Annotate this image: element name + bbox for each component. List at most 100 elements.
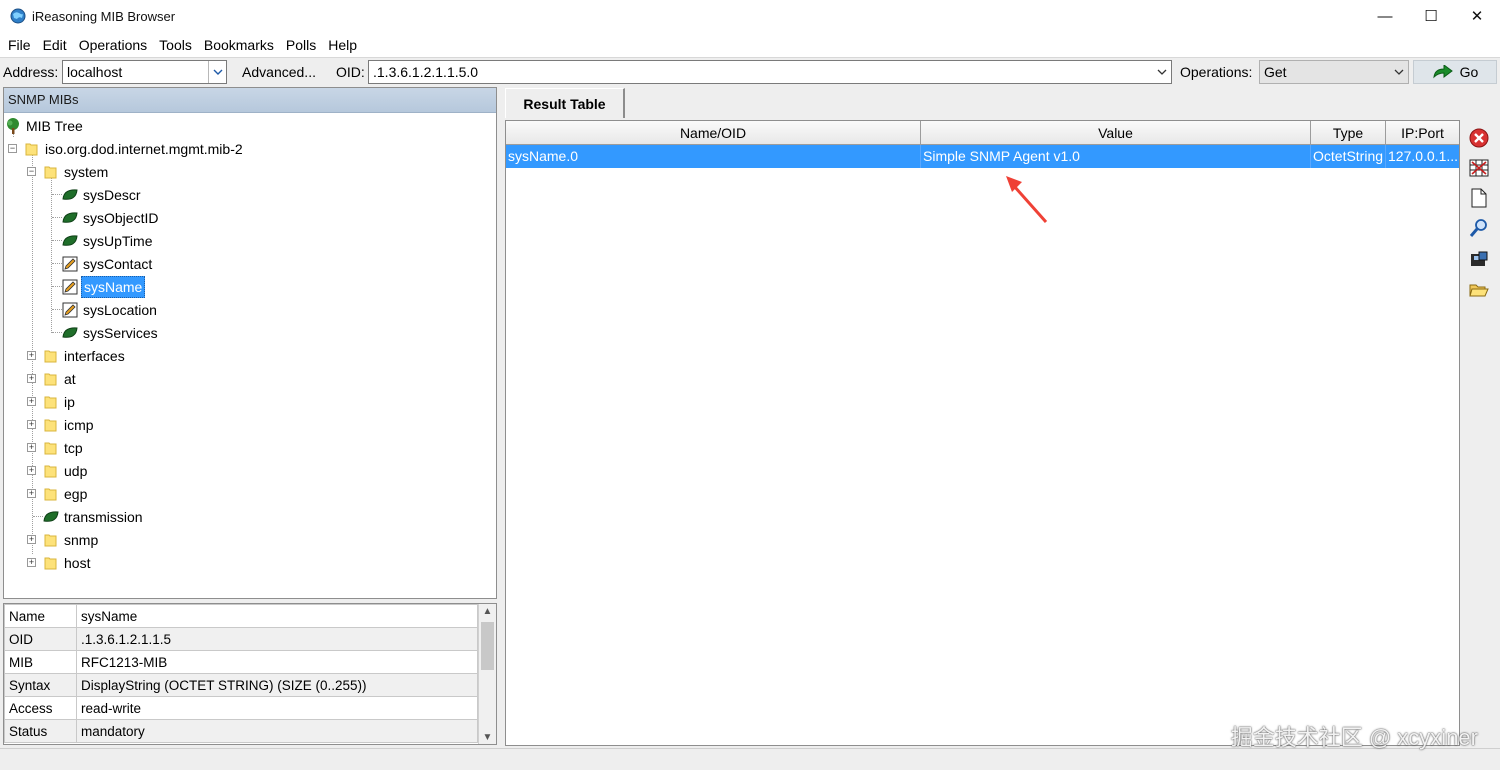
maximize-button[interactable]: ☐ bbox=[1408, 0, 1454, 32]
tree-node-interfaces[interactable]: interfaces bbox=[43, 345, 127, 366]
tree-node-sysdescr[interactable]: sysDescr bbox=[62, 184, 143, 205]
tree-node-snmp[interactable]: snmp bbox=[43, 529, 100, 550]
address-combobox[interactable]: localhost bbox=[62, 60, 227, 84]
tree-node-mib-tree[interactable]: MIB Tree bbox=[5, 115, 85, 136]
tree-node-sysservices[interactable]: sysServices bbox=[62, 322, 160, 343]
menu-help[interactable]: Help bbox=[322, 32, 363, 58]
tree-label[interactable]: ip bbox=[62, 392, 77, 412]
tree-label[interactable]: sysLocation bbox=[81, 300, 159, 320]
tree-label[interactable]: udp bbox=[62, 461, 89, 481]
property-value[interactable]: mandatory bbox=[76, 719, 478, 743]
menu-edit[interactable]: Edit bbox=[37, 32, 73, 58]
tree-node-host[interactable]: host bbox=[43, 552, 92, 573]
tree-label[interactable]: icmp bbox=[62, 415, 96, 435]
tree-label[interactable]: transmission bbox=[62, 507, 145, 527]
tree-label[interactable]: iso.org.dod.internet.mgmt.mib-2 bbox=[43, 139, 245, 159]
tree-label[interactable]: host bbox=[62, 553, 92, 573]
menu-bookmarks[interactable]: Bookmarks bbox=[198, 32, 280, 58]
chevron-down-icon[interactable] bbox=[208, 61, 226, 83]
expand-toggle[interactable]: + bbox=[27, 443, 36, 452]
tree-label[interactable]: sysUpTime bbox=[81, 231, 155, 251]
column-header-ip-port[interactable]: IP:Port bbox=[1386, 121, 1459, 145]
tree-node-udp[interactable]: udp bbox=[43, 460, 89, 481]
cell-name-oid[interactable]: sysName.0 bbox=[506, 145, 921, 168]
table-view-icon[interactable] bbox=[1467, 156, 1491, 180]
tree-label[interactable]: sysContact bbox=[81, 254, 154, 274]
property-value[interactable]: sysName bbox=[76, 604, 478, 628]
operations-value[interactable]: Get bbox=[1264, 64, 1287, 80]
open-folder-icon[interactable] bbox=[1467, 278, 1491, 302]
oid-value[interactable]: .1.3.6.1.2.1.1.5.0 bbox=[373, 64, 478, 80]
property-value[interactable]: .1.3.6.1.2.1.1.5 bbox=[76, 627, 478, 651]
tab-result-table[interactable]: Result Table bbox=[505, 88, 625, 118]
scroll-up-icon[interactable]: ▲ bbox=[479, 604, 496, 620]
tree-node-mib2[interactable]: iso.org.dod.internet.mgmt.mib-2 bbox=[24, 138, 245, 159]
collapse-toggle[interactable]: − bbox=[8, 144, 17, 153]
tree-node-system[interactable]: system bbox=[43, 161, 110, 182]
tree-label[interactable]: sysServices bbox=[81, 323, 160, 343]
tree-label[interactable]: tcp bbox=[62, 438, 85, 458]
expand-toggle[interactable]: + bbox=[27, 351, 36, 360]
document-icon[interactable] bbox=[1467, 186, 1491, 210]
cell-ip-port[interactable]: 127.0.0.1... bbox=[1386, 145, 1459, 168]
expand-toggle[interactable]: + bbox=[27, 374, 36, 383]
tree-label[interactable]: snmp bbox=[62, 530, 100, 550]
properties-scrollbar[interactable]: ▲ ▼ bbox=[478, 604, 496, 744]
tree-node-syslocation[interactable]: sysLocation bbox=[62, 299, 159, 320]
tree-node-syscontact[interactable]: sysContact bbox=[62, 253, 154, 274]
property-key: Syntax bbox=[4, 673, 77, 697]
address-value[interactable]: localhost bbox=[67, 64, 122, 80]
expand-toggle[interactable]: + bbox=[27, 558, 36, 567]
property-value[interactable]: RFC1213-MIB bbox=[76, 650, 478, 674]
close-button[interactable]: ✕ bbox=[1454, 0, 1500, 32]
chevron-down-icon[interactable] bbox=[1390, 61, 1408, 83]
table-row[interactable]: sysName.0 Simple SNMP Agent v1.0 OctetSt… bbox=[506, 145, 1459, 168]
expand-toggle[interactable]: + bbox=[27, 420, 36, 429]
advanced-button[interactable]: Advanced... bbox=[232, 60, 326, 84]
tree-node-ip[interactable]: ip bbox=[43, 391, 77, 412]
expand-toggle[interactable]: + bbox=[27, 489, 36, 498]
tree-label[interactable]: MIB Tree bbox=[24, 116, 85, 136]
menu-tools[interactable]: Tools bbox=[153, 32, 198, 58]
column-header-type[interactable]: Type bbox=[1311, 121, 1386, 145]
scroll-thumb[interactable] bbox=[481, 622, 494, 670]
menu-polls[interactable]: Polls bbox=[280, 32, 322, 58]
tree-node-transmission[interactable]: transmission bbox=[43, 506, 145, 527]
expand-toggle[interactable]: + bbox=[27, 535, 36, 544]
tree-node-egp[interactable]: egp bbox=[43, 483, 89, 504]
expand-toggle[interactable]: + bbox=[27, 397, 36, 406]
operations-combobox[interactable]: Get bbox=[1259, 60, 1409, 84]
tree-node-icmp[interactable]: icmp bbox=[43, 414, 96, 435]
split-pane-divider[interactable] bbox=[498, 87, 505, 747]
find-icon[interactable] bbox=[1467, 216, 1491, 240]
tree-node-sysname[interactable]: sysName bbox=[62, 275, 146, 298]
tree-label[interactable]: sysDescr bbox=[81, 185, 143, 205]
tree-node-at[interactable]: at bbox=[43, 368, 78, 389]
go-button[interactable]: Go bbox=[1413, 60, 1497, 84]
column-header-name-oid[interactable]: Name/OID bbox=[506, 121, 921, 145]
tree-label[interactable]: sysObjectID bbox=[81, 208, 160, 228]
collapse-toggle[interactable]: − bbox=[27, 167, 36, 176]
property-value[interactable]: read-write bbox=[76, 696, 478, 720]
expand-toggle[interactable]: + bbox=[27, 466, 36, 475]
column-header-value[interactable]: Value bbox=[921, 121, 1311, 145]
tree-node-tcp[interactable]: tcp bbox=[43, 437, 85, 458]
chevron-down-icon[interactable] bbox=[1153, 61, 1171, 83]
tree-node-sysobjectid[interactable]: sysObjectID bbox=[62, 207, 160, 228]
oid-combobox[interactable]: .1.3.6.1.2.1.1.5.0 bbox=[368, 60, 1172, 84]
scroll-down-icon[interactable]: ▼ bbox=[479, 730, 496, 744]
delete-icon[interactable] bbox=[1467, 126, 1491, 150]
minimize-button[interactable]: — bbox=[1362, 0, 1408, 32]
cell-value[interactable]: Simple SNMP Agent v1.0 bbox=[921, 145, 1311, 168]
menu-file[interactable]: File bbox=[2, 32, 37, 58]
cell-type[interactable]: OctetString bbox=[1311, 145, 1386, 168]
tree-label[interactable]: interfaces bbox=[62, 346, 127, 366]
tree-label[interactable]: egp bbox=[62, 484, 89, 504]
property-value[interactable]: DisplayString (OCTET STRING) (SIZE (0..2… bbox=[76, 673, 478, 697]
tree-label[interactable]: at bbox=[62, 369, 78, 389]
save-icon[interactable] bbox=[1467, 248, 1491, 272]
tree-label-selected[interactable]: sysName bbox=[81, 275, 146, 298]
tree-label[interactable]: system bbox=[62, 162, 110, 182]
tree-node-sysuptime[interactable]: sysUpTime bbox=[62, 230, 155, 251]
menu-operations[interactable]: Operations bbox=[73, 32, 153, 58]
